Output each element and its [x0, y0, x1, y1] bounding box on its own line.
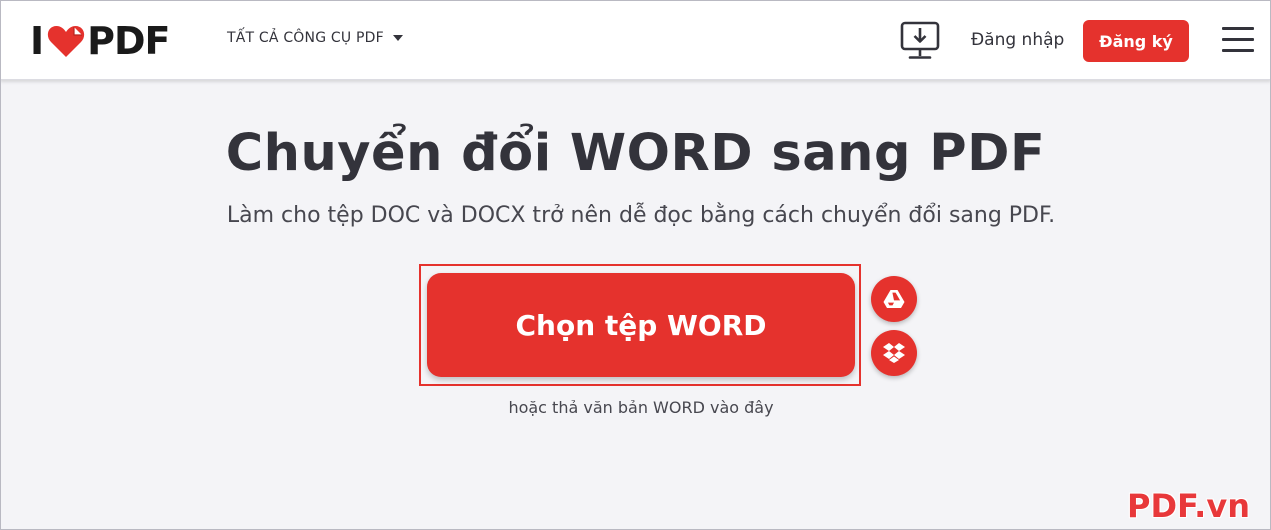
drop-hint-text: hoặc thả văn bản WORD vào đây [508, 398, 774, 417]
ilovepdf-logo[interactable]: I PDF [30, 19, 171, 63]
signup-button[interactable]: Đăng ký [1083, 20, 1189, 62]
logo-text-pdf: PDF [87, 19, 170, 63]
page-title: Chuyển đổi WORD sang PDF [225, 124, 1046, 183]
dropbox-button[interactable] [871, 330, 917, 376]
top-navbar: I PDF TẤT CẢ CÔNG CỤ PDF Đăng nhập Đăng … [0, 0, 1271, 80]
desktop-app-button[interactable] [897, 20, 943, 62]
caret-down-icon [392, 35, 403, 41]
all-pdf-tools-dropdown[interactable]: TẤT CẢ CÔNG CỤ PDF [227, 30, 403, 46]
select-word-file-button[interactable]: Chọn tệp WORD [427, 273, 855, 377]
menu-bar [1222, 27, 1254, 30]
page-subtitle: Làm cho tệp DOC và DOCX trở nên dễ đọc b… [226, 203, 1056, 228]
heart-icon [47, 26, 85, 57]
menu-bar [1222, 49, 1254, 52]
login-link[interactable]: Đăng nhập [971, 30, 1064, 50]
google-drive-icon [883, 290, 905, 308]
pdfvn-watermark: PDF.vn [1127, 487, 1250, 525]
desktop-download-icon [900, 21, 940, 59]
menu-bar [1222, 38, 1254, 41]
google-drive-button[interactable] [871, 276, 917, 322]
dropbox-icon [883, 343, 905, 363]
logo-letter-i: I [30, 19, 44, 63]
all-pdf-tools-label: TẤT CẢ CÔNG CỤ PDF [227, 30, 384, 46]
hamburger-menu-icon[interactable] [1222, 27, 1254, 53]
